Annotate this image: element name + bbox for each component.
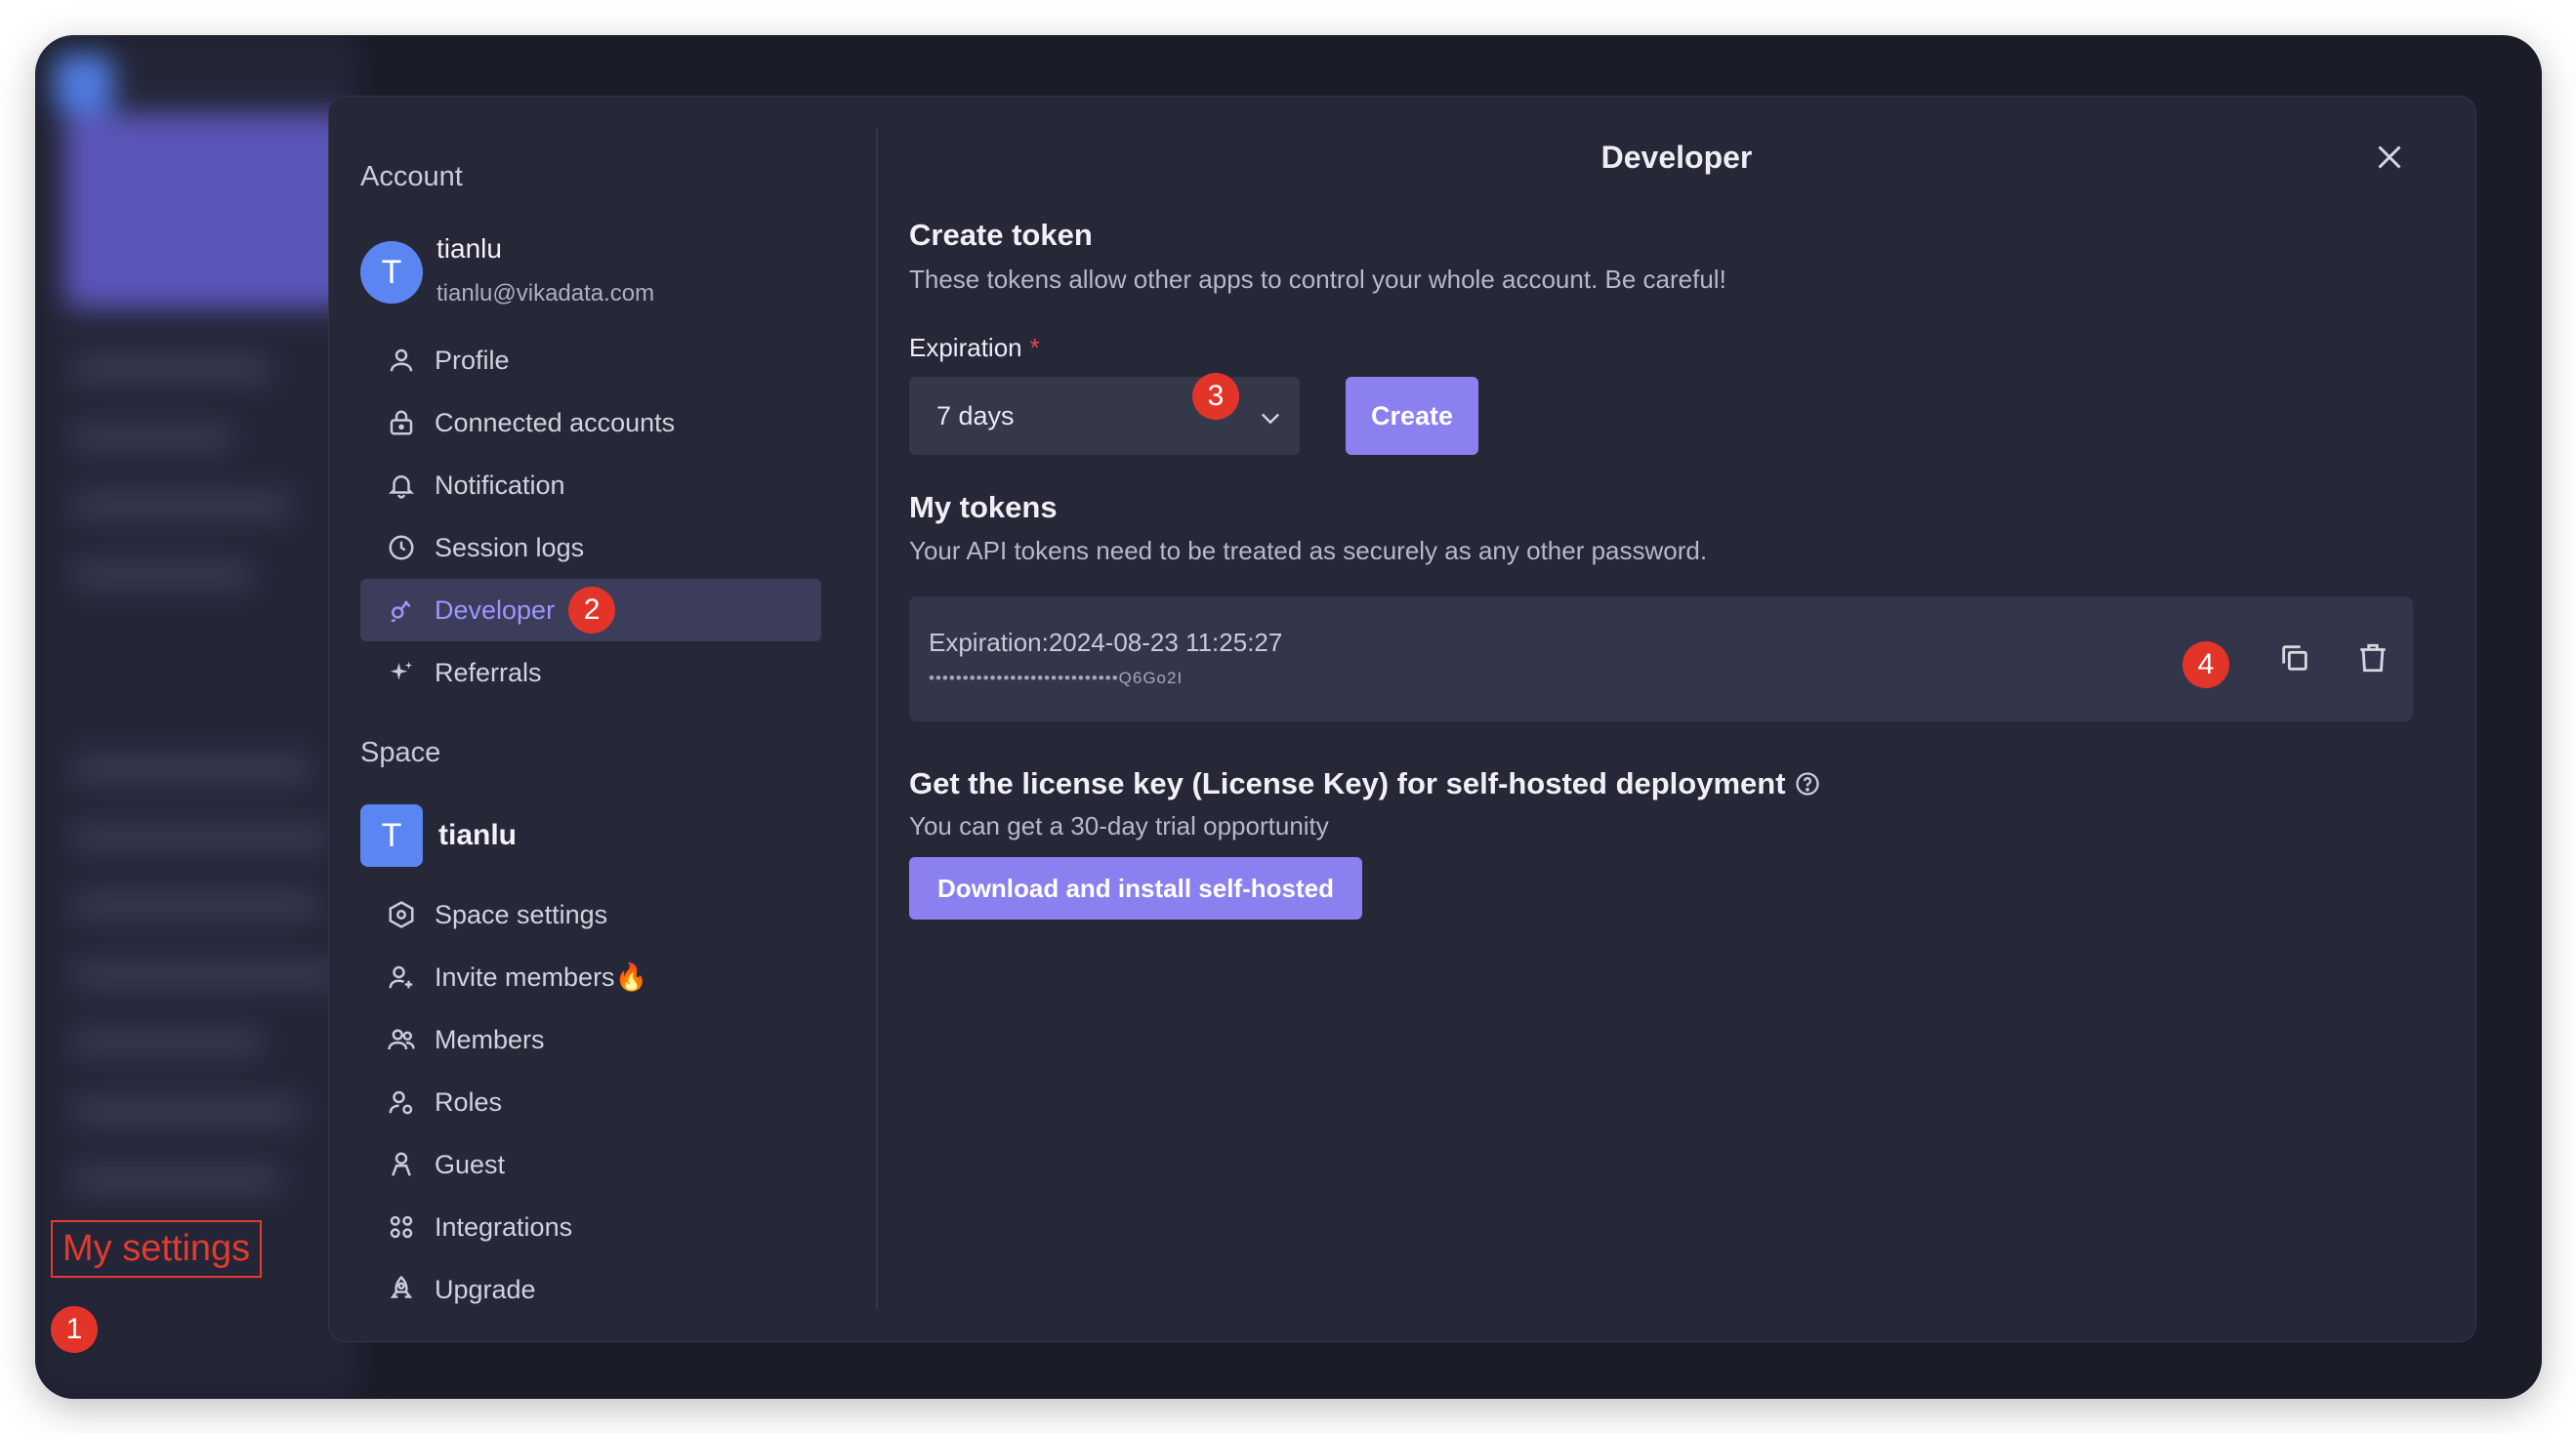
nav-item-developer[interactable]: Developer 2 [360,579,821,641]
background-avatar [55,55,113,113]
trash-icon[interactable] [2356,641,2389,675]
nav-item-label: Invite members🔥 [435,962,648,992]
developer-panel: Developer Create token These tokens allo… [878,97,2475,1341]
annotation-badge-4: 4 [2182,641,2229,688]
integrations-icon [386,1211,417,1243]
account-section-label: Account [360,161,463,192]
annotation-badge-2: 2 [568,587,616,634]
sparkle-icon [386,657,417,688]
chevron-down-icon [1262,413,1279,425]
nav-item-space-settings[interactable]: Space settings [360,883,821,946]
close-button[interactable] [2372,140,2407,175]
background-row [74,962,338,986]
nav-item-label: Referrals [435,657,542,687]
token-item: Expiration:2024-08-23 11:25:27 •••••••••… [909,596,2413,721]
background-row [74,757,309,781]
background-row [74,894,318,918]
nav-item-referrals[interactable]: Referrals [360,641,821,704]
my-tokens-title: My tokens [909,490,1058,524]
invite-user-icon [386,962,417,993]
space-name: tianlu [438,819,517,851]
nav-item-integrations[interactable]: Integrations [360,1196,821,1258]
expiration-label: Expiration * [909,333,1040,363]
my-settings-annotation: My settings [51,1220,263,1278]
account-name: tianlu [436,233,502,264]
my-tokens-description: Your API tokens need to be treated as se… [909,536,1708,565]
background-row [74,1167,279,1191]
background-card [64,113,357,308]
account-email: tianlu@vikadata.com [436,280,655,307]
nav-item-members[interactable]: Members [360,1008,821,1071]
required-mark: * [1029,333,1040,362]
user-icon [386,345,417,376]
nav-item-label: Session logs [435,532,585,562]
space-avatar: T [360,804,423,867]
account-avatar: T [360,241,423,304]
create-token-title: Create token [909,218,1093,252]
expiration-select[interactable]: 7 days 3 [909,373,1300,455]
background-row [74,494,289,517]
copy-icon[interactable] [2278,641,2311,675]
nav-item-label: Integrations [435,1211,573,1242]
space-section-label: Space [360,737,441,768]
create-token-button[interactable]: Create [1346,377,1478,455]
nav-item-label: Space settings [435,899,608,929]
nav-item-notification[interactable]: Notification [360,454,821,516]
nav-item-roles[interactable]: Roles [360,1071,821,1133]
background-row [74,426,230,449]
token-masked-value: ••••••••••••••••••••••••••••Q6Go2I [929,669,1184,687]
nav-item-invite-members[interactable]: Invite members🔥 [360,946,821,1008]
nav-item-label: Members [435,1024,545,1054]
developer-icon [386,594,417,626]
settings-sidebar: Account T tianlu tianlu@vikadata.com Pro… [329,97,876,1341]
token-expiration: Expiration:2024-08-23 11:25:27 [929,628,1283,657]
dialog-title: Developer [1600,140,1753,175]
lock-icon [386,407,417,438]
nav-item-label: Notification [435,470,565,500]
annotation-badge-3: 3 [1192,373,1239,420]
background-row [74,562,250,586]
clock-icon [386,532,417,563]
guest-icon [386,1149,417,1180]
nav-item-label: Profile [435,345,510,375]
background-row [74,826,328,849]
license-title: Get the license key (License Key) for se… [909,766,1821,801]
nav-item-upgrade[interactable]: Upgrade [360,1258,821,1321]
nav-item-label: Guest [435,1149,506,1179]
background-row [74,357,270,381]
members-icon [386,1024,417,1055]
background-row [74,1099,299,1123]
expiration-select-value: 7 days [936,400,1015,430]
nav-item-guest[interactable]: Guest [360,1133,821,1196]
license-description: You can get a 30-day trial opportunity [909,811,1329,840]
close-icon [2378,145,2401,169]
nav-item-label: Developer [435,594,556,625]
background-row [74,1031,260,1054]
hexagon-settings-icon [386,899,417,930]
create-token-description: These tokens allow other apps to control… [909,265,1726,294]
nav-item-label: Connected accounts [435,407,676,437]
rocket-icon [386,1274,417,1305]
nav-item-label: Roles [435,1086,503,1117]
nav-item-label: Upgrade [435,1274,536,1304]
nav-item-connected-accounts[interactable]: Connected accounts [360,391,821,454]
nav-item-profile[interactable]: Profile [360,329,821,391]
help-icon[interactable] [1794,770,1821,798]
annotation-badge-1: 1 [51,1306,98,1353]
bell-icon [386,470,417,501]
download-self-hosted-button[interactable]: Download and install self-hosted [909,857,1362,920]
settings-dialog: Account T tianlu tianlu@vikadata.com Pro… [328,96,2476,1342]
roles-icon [386,1086,417,1118]
expiration-label-text: Expiration [909,333,1022,362]
nav-item-session-logs[interactable]: Session logs [360,516,821,579]
license-title-text: Get the license key (License Key) for se… [909,766,1786,800]
